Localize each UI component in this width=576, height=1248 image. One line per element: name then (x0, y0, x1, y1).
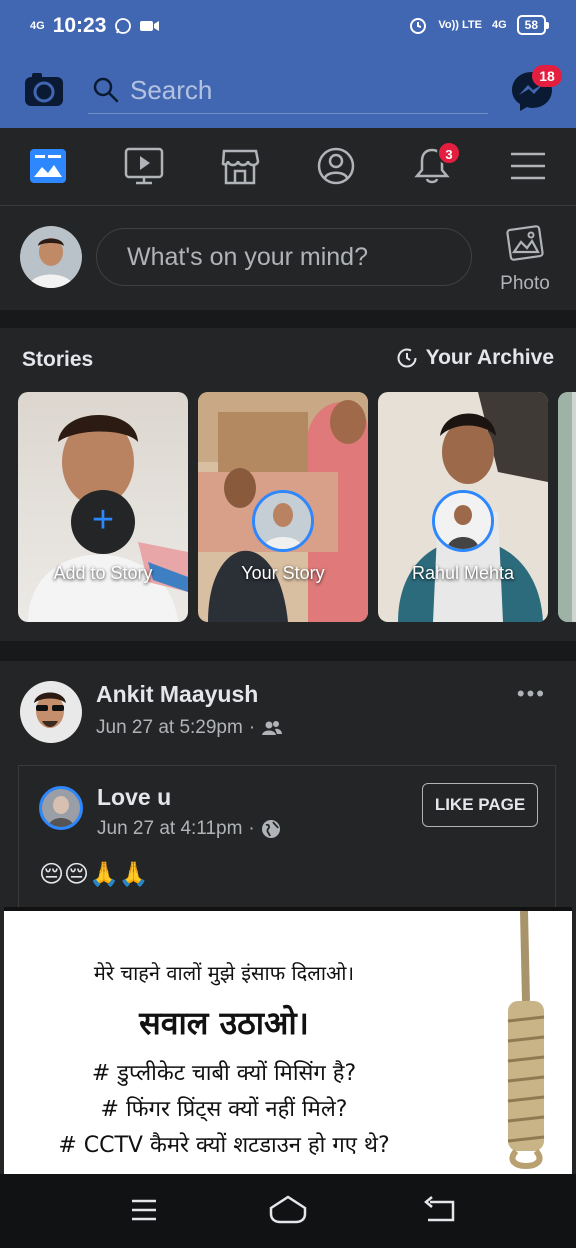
tab-watch[interactable] (120, 144, 168, 188)
shared-page-name[interactable]: Love u (97, 784, 171, 811)
post-author-name[interactable]: Ankit Maayush (96, 681, 258, 708)
globe-icon (261, 820, 280, 838)
camera-icon[interactable] (24, 71, 64, 107)
story-card-next[interactable] (558, 392, 576, 622)
stories-title: Stories (22, 348, 94, 371)
story-image (558, 392, 576, 622)
story-label: Add to Story (53, 563, 153, 583)
divider (0, 641, 576, 661)
add-story-button[interactable]: + (71, 490, 135, 554)
tab-profile[interactable] (312, 144, 360, 188)
tab-bar (0, 128, 576, 206)
image-text-line: # फिंगर प्रिंट्स क्यों नहीं मिले? (100, 1097, 348, 1122)
home-icon[interactable] (268, 1192, 308, 1228)
archive-label: Your Archive (425, 346, 554, 369)
image-text-line: # CCTV कैमरे क्यों शटडाउन हो गए थे? (58, 1133, 390, 1158)
meta-separator: · (248, 818, 255, 839)
menu-icon (511, 152, 545, 180)
volte-indicator: Vo)) LTE (438, 19, 482, 31)
shared-meta: Jun 27 at 4:11pm · (97, 818, 281, 840)
post-timestamp[interactable]: Jun 27 at 5:29pm (96, 717, 243, 739)
alarm-icon (410, 18, 427, 34)
composer: What's on your mind? Photo (0, 206, 576, 310)
story-label: Your Story (241, 563, 325, 583)
story-card-your-story[interactable]: Your Story (198, 392, 368, 622)
post-author-avatar[interactable] (20, 681, 82, 743)
clock: 10:23 (52, 14, 107, 37)
shared-timestamp[interactable]: Jun 27 at 4:11pm (97, 818, 242, 840)
archive-clock-icon (397, 348, 417, 368)
battery-indicator: 58 (516, 15, 550, 35)
tab-menu[interactable] (504, 144, 552, 188)
feed-post: Ankit Maayush Jun 27 at 5:29pm · ••• Lov… (0, 661, 576, 1181)
profile-icon (317, 147, 355, 185)
network-indicator: 4G (30, 20, 45, 32)
friends-icon (262, 721, 283, 735)
search-input[interactable] (130, 72, 470, 108)
story-card-add[interactable]: + Add to Story (18, 392, 188, 622)
story-label: Rahul Mehta (411, 563, 515, 583)
avatar[interactable] (20, 226, 82, 288)
story-card-rahul-mehta[interactable]: Rahul Mehta (378, 392, 548, 622)
tab-news-feed[interactable] (24, 144, 72, 188)
post-meta: Jun 27 at 5:29pm · (96, 717, 283, 739)
photo-label: Photo (500, 273, 550, 294)
noose-icon (507, 911, 545, 1169)
messenger-badge: 18 (532, 65, 562, 87)
divider (0, 310, 576, 328)
shared-page-avatar[interactable] (39, 786, 83, 830)
shared-post: Love u Jun 27 at 4:11pm · LIKE PAGE 😔😔🙏🙏 (18, 765, 556, 915)
photo-icon (506, 225, 544, 261)
network-indicator-2: 4G (491, 19, 507, 31)
photo-button[interactable]: Photo (496, 224, 554, 298)
notifications-badge: 3 (437, 141, 461, 165)
marketplace-icon (221, 149, 260, 185)
search-bar[interactable] (88, 66, 488, 114)
your-archive-link[interactable]: Your Archive (396, 346, 554, 370)
post-image[interactable]: मेरे चाहने वालों मुझे इंसाफ दिलाओ। सवाल … (4, 907, 572, 1181)
whats-on-your-mind-input[interactable]: What's on your mind? (96, 228, 472, 286)
tab-marketplace[interactable] (216, 144, 264, 188)
video-icon (140, 21, 160, 31)
image-text-line: मेरे चाहने वालों मुझे इंसाफ दिलाओ। (93, 961, 355, 985)
watch-icon (124, 147, 164, 185)
more-options-icon[interactable]: ••• (517, 681, 546, 707)
shared-post-text: 😔😔🙏🙏 (39, 861, 149, 888)
image-text-line: # डुप्लीकेट चाबी क्यों मिसिंग है? (91, 1061, 357, 1086)
like-page-button[interactable]: LIKE PAGE (422, 783, 538, 827)
recent-apps-icon[interactable] (124, 1192, 164, 1228)
status-bar: 4G 10:23 Vo)) LTE 4G 58 (0, 0, 576, 52)
top-bar: 18 (0, 52, 576, 128)
whatsapp-icon (115, 18, 132, 34)
search-icon (93, 77, 119, 103)
back-icon[interactable] (420, 1192, 460, 1228)
meta-separator: · (248, 717, 256, 738)
news-feed-icon (30, 149, 66, 183)
image-text-line: सवाल उठाओ। (139, 1004, 309, 1042)
story-avatar (432, 490, 494, 552)
story-avatar (252, 490, 314, 552)
system-navigation-bar (0, 1174, 576, 1248)
stories-section: Stories Your Archive + Add to Story Your… (0, 328, 576, 641)
